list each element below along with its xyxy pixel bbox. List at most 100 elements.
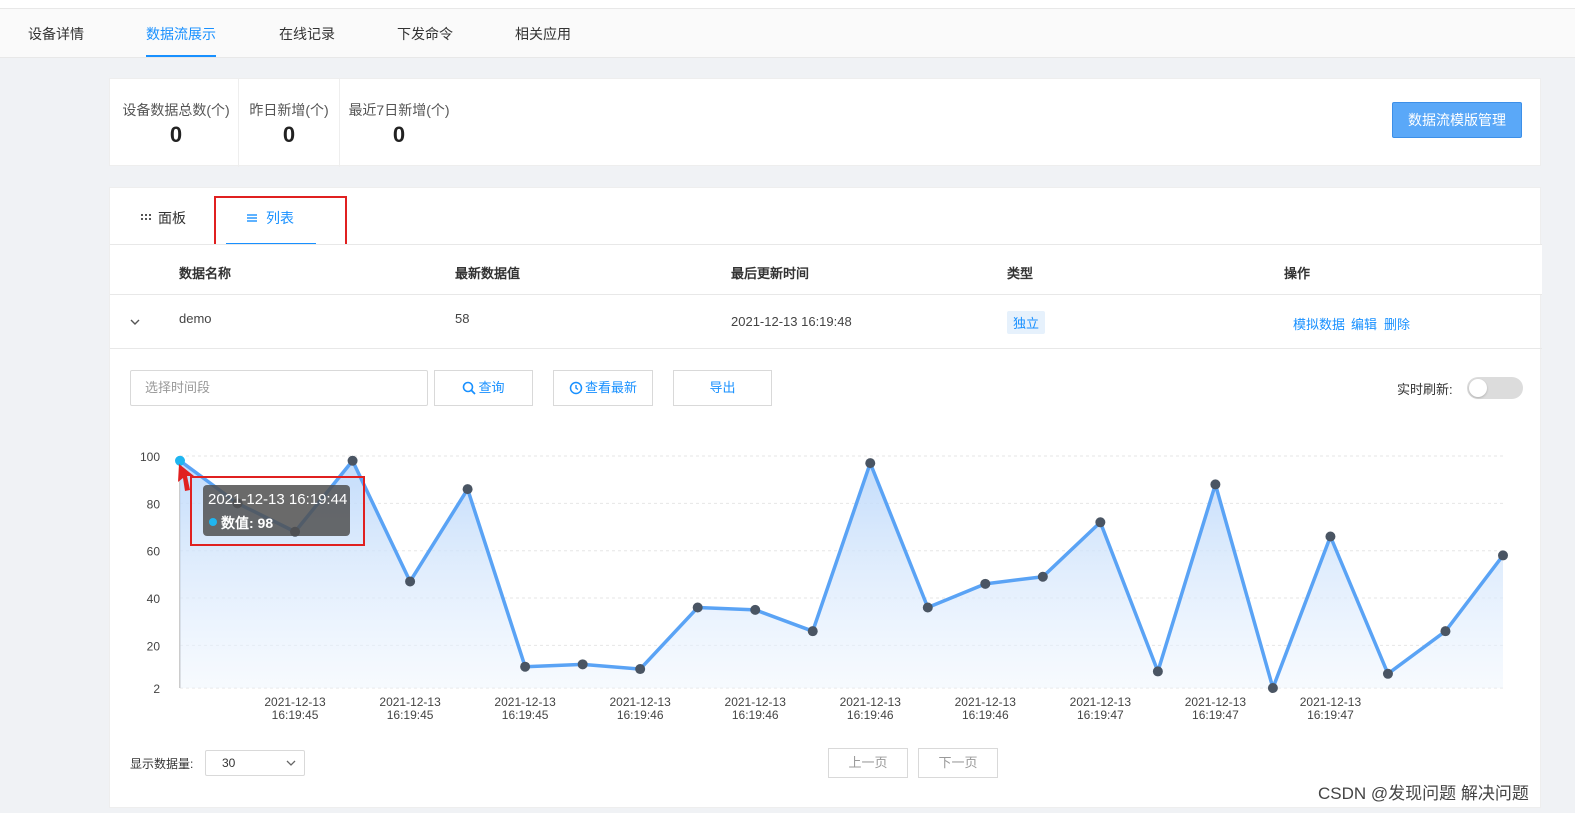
data-point [1267,683,1278,693]
x-tick-label: 16:19:47 [1077,708,1124,722]
cell-value: 58 [455,311,470,326]
data-point [520,661,531,672]
tab-data-stream[interactable]: 数据流展示 [146,24,216,44]
x-tick-label: 16:19:46 [617,708,664,722]
refresh-icon [569,381,583,395]
tab-online-records[interactable]: 在线记录 [279,24,335,44]
x-tick-label: 16:19:47 [1307,708,1354,722]
type-badge: 独立 [1007,311,1046,334]
col-name: 数据名称 [179,266,232,281]
table-row: demo 58 2021-12-13 16:19:48 独立 模拟数据 编辑 删… [110,295,1542,349]
realtime-refresh-toggle[interactable] [1467,377,1523,399]
annotation-box-list-tab [214,196,347,249]
data-point [462,484,473,495]
tab-device-detail[interactable]: 设备详情 [28,24,84,44]
data-point [1440,626,1451,637]
page-size-label: 显示数据量: [130,757,194,771]
stat-total: 设备数据总数(个) 0 [114,79,238,167]
x-tick-label: 16:19:45 [272,708,319,722]
stat-total-label: 设备数据总数(个) [122,102,230,118]
y-tick-label: 100 [140,450,160,464]
time-range-input[interactable]: 选择时间段 [130,370,428,406]
search-icon [463,381,477,395]
watermark: CSDN @发现问题 解决问题 [1318,784,1529,803]
data-point [1382,668,1393,679]
query-button[interactable]: 查询 [434,370,533,406]
chevron-down-icon [286,760,296,766]
edit-link[interactable]: 编辑 [1351,314,1377,333]
tab-panel-view[interactable]: 面板 [140,208,186,228]
series-area [180,460,1503,688]
x-tick-label: 2021-12-13 [609,695,671,709]
data-point [980,578,991,589]
x-tick-label: 16:19:45 [502,708,549,722]
data-point [1325,531,1336,542]
x-tick-label: 2021-12-13 [840,695,902,709]
y-tick-label: 2 [153,682,160,696]
page-size-value: 30 [222,756,236,770]
data-point [750,604,761,615]
y-tick-label: 20 [147,639,161,653]
view-latest-button[interactable]: 查看最新 [553,370,653,406]
stat-yesterday-value: 0 [282,122,296,147]
data-point [577,659,588,670]
data-point [807,626,818,637]
tab-related-apps[interactable]: 相关应用 [515,24,571,44]
simulate-data-link[interactable]: 模拟数据 [1293,314,1345,333]
stats-card: 设备数据总数(个) 0 昨日新增(个) 0 最近7日新增(个) 0 数据流模版管… [109,78,1541,167]
cursor-arrow-icon [178,464,194,491]
x-tick-label: 2021-12-13 [379,695,441,709]
x-tick-label: 16:19:47 [1192,708,1239,722]
x-tick-label: 2021-12-13 [725,695,787,709]
next-page-button[interactable]: 下一页 [918,748,998,778]
data-point [347,455,358,466]
x-tick-label: 2021-12-13 [955,695,1017,709]
export-button[interactable]: 导出 [673,370,772,406]
page-size-select[interactable]: 30 [205,750,305,776]
top-strip [0,0,1575,9]
y-tick-label: 80 [147,497,161,511]
annotation-box-tooltip [190,476,365,546]
data-point [635,664,646,675]
data-point [692,602,703,613]
data-point [865,458,876,469]
data-point [1152,666,1163,677]
delete-link[interactable]: 删除 [1384,314,1410,333]
stat-week-label: 最近7日新增(个) [348,102,450,118]
x-tick-label: 2021-12-13 [264,695,326,709]
y-tick-label: 60 [147,545,161,559]
cell-name: demo [179,311,212,326]
data-line-chart: 100806040202 2021-12-1316:19:452021-12-1… [140,450,1508,722]
data-point [405,576,416,587]
data-point [1498,550,1508,561]
data-point [1210,479,1221,490]
table-header: 数据名称 最新数据值 最后更新时间 类型 操作 [110,244,1542,295]
x-tick-label: 16:19:45 [387,708,434,722]
tab-send-command[interactable]: 下发命令 [397,24,453,44]
stat-yesterday: 昨日新增(个) 0 [239,79,339,167]
stat-yesterday-label: 昨日新增(个) [249,102,329,118]
query-label: 查询 [478,380,505,395]
data-point [922,602,933,613]
view-latest-label: 查看最新 [584,380,637,395]
cell-time: 2021-12-13 16:19:48 [731,314,852,329]
data-point [1095,517,1106,528]
stat-week: 最近7日新增(个) 0 [340,79,458,167]
tab-panel-label: 面板 [158,210,186,226]
col-latest-value: 最新数据值 [455,266,521,281]
col-type: 类型 [1007,266,1034,281]
col-actions: 操作 [1284,266,1311,281]
device-tabs: 设备详情 数据流展示 在线记录 下发命令 相关应用 [0,9,1575,58]
grid-icon [141,214,151,220]
chevron-down-icon[interactable] [129,316,141,328]
x-tick-label: 16:19:46 [962,708,1009,722]
template-manage-button[interactable]: 数据流模版管理 [1392,102,1522,138]
y-tick-label: 40 [147,592,161,606]
prev-page-button[interactable]: 上一页 [828,748,908,778]
x-tick-label: 16:19:46 [732,708,779,722]
stat-total-value: 0 [169,122,183,147]
x-tick-label: 2021-12-13 [494,695,556,709]
toggle-knob [1469,379,1487,397]
col-updated-time: 最后更新时间 [731,266,810,281]
data-point [1037,571,1048,582]
